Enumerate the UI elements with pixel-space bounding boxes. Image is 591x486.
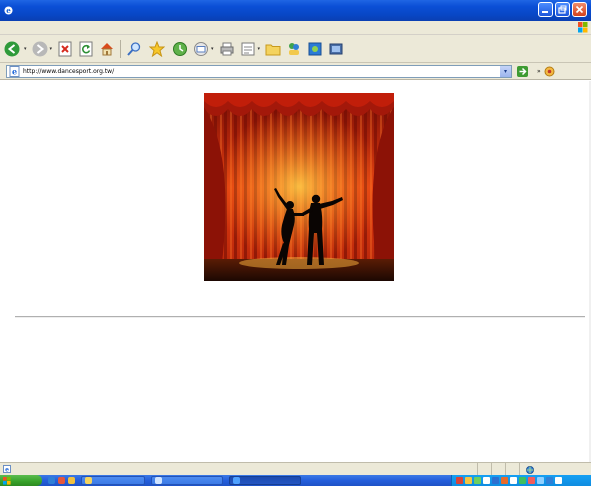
stop-icon[interactable] [57,41,73,57]
toolbar-extension-icon[interactable] [544,66,555,77]
tray-icon[interactable] [465,477,472,484]
tray-icon[interactable] [456,477,463,484]
stage-curtain-dancers-image[interactable] [204,93,394,281]
maximize-button[interactable] [555,2,570,17]
status-bar: e [0,462,591,476]
media-icon[interactable] [328,41,344,57]
home-icon[interactable] [99,41,115,57]
menu-bar [0,21,591,35]
tray-icon[interactable] [483,477,490,484]
address-input[interactable]: e http://www.dancesport.org.tw/ ▾ [6,64,512,78]
media-quicklaunch-icon[interactable] [58,477,65,484]
tray-icon[interactable] [519,477,526,484]
tray-icon[interactable] [501,477,508,484]
messenger-icon[interactable] [286,41,302,57]
system-tray [451,475,591,486]
edit-page-icon [241,42,255,55]
taskbar-item-ie[interactable] [229,476,301,485]
history-icon[interactable] [172,41,188,57]
edit-button[interactable]: ▾ [240,41,261,57]
search-icon [127,41,141,56]
horizontal-divider [15,316,585,318]
start-button[interactable] [0,475,42,486]
minimize-button[interactable] [538,2,553,17]
page-done-icon: e [3,465,11,473]
restore-icon [558,5,567,14]
chevron-double-right-icon[interactable]: » [537,68,541,75]
chevron-down-icon[interactable]: ▾ [258,46,261,52]
chevron-down-icon[interactable]: ▾ [500,65,511,77]
svg-text:e: e [12,66,17,76]
folder-icon [85,477,92,484]
ie-quicklaunch-icon[interactable] [48,477,55,484]
refresh-icon[interactable] [78,41,94,57]
chevron-down-icon[interactable]: ▾ [24,46,27,52]
title-bar[interactable]: e [0,0,591,21]
quick-launch [48,477,75,484]
desktop-quicklaunch-icon[interactable] [68,477,75,484]
back-arrow-icon [4,41,20,56]
toolbar-divider [120,39,122,58]
taskbar [0,475,591,486]
svg-text:e: e [5,467,9,474]
windows-flag-icon [3,476,11,485]
mail-button[interactable]: ▾ [193,41,214,57]
tray-icon[interactable] [546,477,553,484]
tray-icon[interactable] [528,477,535,484]
address-bar: e http://www.dancesport.org.tw/ ▾ » [0,63,591,80]
page-content [0,81,591,462]
mail-icon [194,41,209,56]
star-icon [149,40,166,57]
search-button[interactable] [126,41,144,57]
forward-arrow-icon [32,41,48,56]
chevron-down-icon[interactable]: ▾ [50,46,53,52]
favorites-button[interactable] [149,40,167,57]
tray-icon[interactable] [537,477,544,484]
tray-icon[interactable] [555,477,562,484]
page-icon: e [9,65,20,77]
go-arrow-icon[interactable] [517,65,528,77]
tray-icon[interactable] [474,477,481,484]
print-icon[interactable] [219,41,235,57]
research-icon[interactable] [307,41,323,57]
close-icon [575,5,584,14]
taskbar-item-folder[interactable] [81,476,145,485]
toolbar: ▾ ▾ ▾ ▾ [0,35,591,63]
forward-button[interactable]: ▾ [32,41,53,57]
tray-icon[interactable] [492,477,499,484]
window-icon [155,477,162,484]
internet-globe-icon [526,465,534,474]
taskbar-item-window[interactable] [151,476,223,485]
close-button[interactable] [572,2,587,17]
tray-icon[interactable] [510,477,517,484]
ie-icon [233,477,240,484]
minimize-icon [542,11,548,13]
svg-text:e: e [6,6,11,15]
folder-icon[interactable] [265,41,281,57]
chevron-down-icon[interactable]: ▾ [211,46,214,52]
address-url: http://www.dancesport.org.tw/ [23,67,115,75]
ie-icon: e [4,6,13,15]
windows-flag-icon [578,22,588,33]
back-button[interactable]: ▾ [4,41,27,57]
